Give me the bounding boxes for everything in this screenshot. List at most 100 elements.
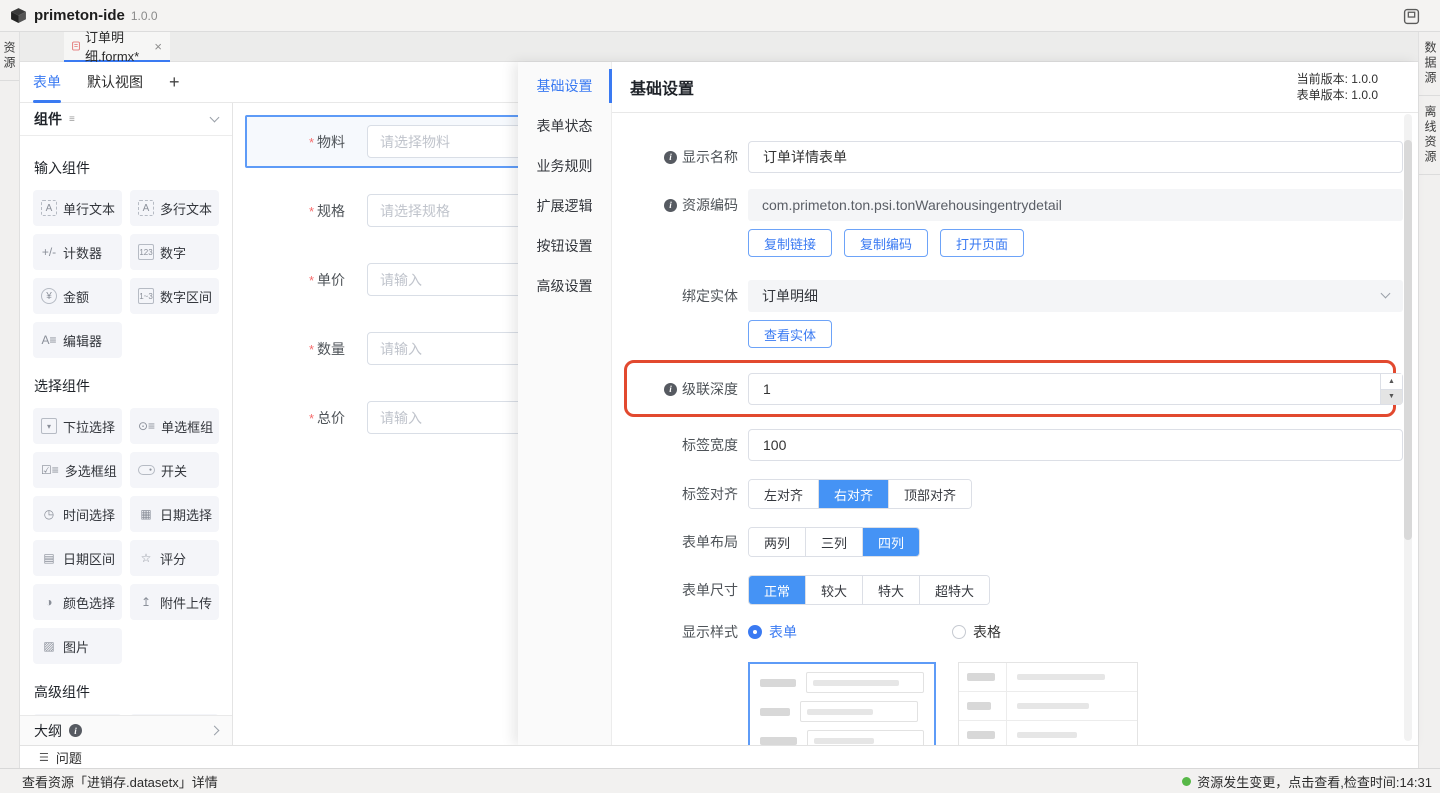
view-entity-button[interactable]: 查看实体 bbox=[748, 320, 832, 348]
drag-handle-icon: ≡ bbox=[69, 114, 75, 125]
component-counter[interactable]: +/-计数器 bbox=[33, 234, 122, 270]
sidebar-item-offline-resources[interactable]: 离线资源 bbox=[1419, 96, 1440, 175]
component-label: 附件上传 bbox=[160, 593, 212, 612]
add-view-button[interactable]: + bbox=[169, 62, 180, 103]
copy-link-button[interactable]: 复制链接 bbox=[748, 229, 832, 257]
text-multi-icon: A bbox=[138, 200, 154, 216]
component-label: 日期选择 bbox=[160, 505, 212, 524]
component-panel-header[interactable]: 组件 ≡ bbox=[20, 103, 232, 136]
component-time-picker[interactable]: ◷时间选择 bbox=[33, 496, 122, 532]
style-table-radio[interactable]: 表格 bbox=[952, 622, 1001, 642]
rating-icon: ☆ bbox=[138, 550, 154, 566]
nav-advanced-settings[interactable]: 高级设置 bbox=[518, 266, 611, 306]
status-right-text[interactable]: 资源发生变更，点击查看,检查时间:14:31 bbox=[1197, 772, 1432, 791]
nav-business-rules[interactable]: 业务规则 bbox=[518, 146, 611, 186]
size-xlarge-option[interactable]: 特大 bbox=[863, 576, 920, 604]
bound-entity-label: 绑定实体 bbox=[682, 286, 738, 306]
size-large-option[interactable]: 较大 bbox=[806, 576, 863, 604]
three-column-option[interactable]: 三列 bbox=[806, 528, 863, 556]
number-icon: 123 bbox=[138, 244, 154, 260]
tab-form[interactable]: 表单 bbox=[33, 62, 61, 103]
sidebar-item-data-source[interactable]: 数据源 bbox=[1419, 32, 1440, 96]
display-name-input[interactable] bbox=[748, 141, 1403, 173]
component-editor[interactable]: A≡编辑器 bbox=[33, 322, 122, 358]
field-label: 规格 bbox=[317, 203, 345, 219]
four-column-option[interactable]: 四列 bbox=[863, 528, 919, 556]
switch-icon: ● bbox=[138, 465, 155, 475]
left-activity-bar: 资源 bbox=[0, 32, 20, 768]
required-mark: * bbox=[309, 342, 314, 357]
settings-scrollbar[interactable] bbox=[1404, 114, 1412, 741]
component-label: 下拉选择 bbox=[63, 417, 115, 436]
row-cascade-depth: i级联深度 ▲ ▼ bbox=[630, 373, 1418, 405]
row-resource-code-actions: 复制链接 复制编码 打开页面 bbox=[630, 229, 1418, 257]
style-form-radio[interactable]: 表单 bbox=[748, 622, 952, 642]
spinner-down-icon[interactable]: ▼ bbox=[1381, 389, 1402, 405]
component-select[interactable]: ▾ 下拉选择 bbox=[33, 408, 122, 444]
number-range-icon: 1~3 bbox=[138, 288, 154, 304]
right-activity-bar: 数据源 离线资源 bbox=[1418, 32, 1440, 768]
problems-bar[interactable]: ☰ 问题 bbox=[20, 745, 1418, 768]
save-icon[interactable] bbox=[1403, 8, 1420, 25]
open-page-button[interactable]: 打开页面 bbox=[940, 229, 1024, 257]
component-number-range[interactable]: 1~3数字区间 bbox=[130, 278, 219, 314]
component-text-single[interactable]: A单行文本 bbox=[33, 190, 122, 226]
spinner-up-icon[interactable]: ▲ bbox=[1381, 374, 1402, 389]
align-left-option[interactable]: 左对齐 bbox=[749, 480, 819, 508]
cascade-depth-label: 级联深度 bbox=[682, 379, 738, 399]
form-size-segment: 正常 较大 特大 超特大 bbox=[748, 575, 990, 605]
size-normal-option[interactable]: 正常 bbox=[749, 576, 806, 604]
component-rating[interactable]: ☆评分 bbox=[130, 540, 219, 576]
component-date-picker[interactable]: ▦ 日期选择 bbox=[130, 496, 219, 532]
style-form-label: 表单 bbox=[769, 622, 797, 642]
component-image[interactable]: ▨图片 bbox=[33, 628, 122, 664]
row-style-previews: 查看Api bbox=[630, 658, 1418, 745]
copy-code-button[interactable]: 复制编码 bbox=[844, 229, 928, 257]
nav-extension-logic[interactable]: 扩展逻辑 bbox=[518, 186, 611, 226]
app-version: 1.0.0 bbox=[131, 9, 158, 23]
component-switch[interactable]: ●开关 bbox=[130, 452, 219, 488]
settings-nav: 基础设置 表单状态 业务规则 扩展逻辑 按钮设置 高级设置 bbox=[518, 62, 612, 745]
table-style-preview[interactable]: 查看Api bbox=[958, 662, 1138, 745]
date-picker-icon: ▦ bbox=[138, 506, 154, 522]
component-color-picker[interactable]: ◑颜色选择 bbox=[33, 584, 122, 620]
label-width-input[interactable] bbox=[748, 429, 1403, 461]
cascade-depth-input[interactable] bbox=[748, 373, 1403, 405]
required-mark: * bbox=[309, 273, 314, 288]
component-amount[interactable]: ¥金额 bbox=[33, 278, 122, 314]
select-icon: ▾ bbox=[41, 418, 57, 434]
component-radio-group[interactable]: ⊙≡单选框组 bbox=[130, 408, 219, 444]
component-text-multi[interactable]: A多行文本 bbox=[130, 190, 219, 226]
style-table-label: 表格 bbox=[973, 622, 1001, 642]
component-checkbox-group[interactable]: ☑≡多选框组 bbox=[33, 452, 122, 488]
component-upload[interactable]: ↥附件上传 bbox=[130, 584, 219, 620]
align-top-option[interactable]: 顶部对齐 bbox=[889, 480, 971, 508]
component-label: 金额 bbox=[63, 287, 89, 306]
tab-default-view[interactable]: 默认视图 bbox=[87, 62, 143, 103]
component-date-range[interactable]: ▤日期区间 bbox=[33, 540, 122, 576]
radio-selected-icon bbox=[748, 625, 762, 639]
component-number[interactable]: 123数字 bbox=[130, 234, 219, 270]
status-left-text[interactable]: 查看资源「进销存.datasetx」详情 bbox=[22, 772, 218, 791]
form-style-preview[interactable] bbox=[748, 662, 936, 745]
outline-bar[interactable]: 大纲 i bbox=[20, 715, 232, 745]
sidebar-item-resources[interactable]: 资源 bbox=[0, 32, 19, 81]
nav-button-settings[interactable]: 按钮设置 bbox=[518, 226, 611, 266]
field-label: 总价 bbox=[317, 410, 345, 426]
chevron-right-icon[interactable] bbox=[210, 726, 220, 736]
component-label: 单行文本 bbox=[63, 199, 115, 218]
nav-form-state[interactable]: 表单状态 bbox=[518, 106, 611, 146]
two-column-option[interactable]: 两列 bbox=[749, 528, 806, 556]
size-xxlarge-option[interactable]: 超特大 bbox=[920, 576, 989, 604]
scrollbar-thumb[interactable] bbox=[1404, 140, 1412, 540]
bound-entity-select[interactable]: 订单明细 bbox=[748, 280, 1403, 312]
chevron-down-icon[interactable] bbox=[210, 113, 220, 123]
component-label: 多选框组 bbox=[65, 461, 117, 480]
tab-close-icon[interactable]: × bbox=[154, 39, 162, 54]
component-label: 日期区间 bbox=[63, 549, 115, 568]
tab-order-detail-formx[interactable]: 订单明细.formx* × bbox=[64, 32, 170, 62]
align-right-option[interactable]: 右对齐 bbox=[819, 480, 889, 508]
section-select-components: 选择组件 bbox=[34, 376, 219, 396]
nav-basic-settings[interactable]: 基础设置 bbox=[518, 66, 611, 106]
tab-title: 订单明细.formx* bbox=[85, 27, 147, 65]
